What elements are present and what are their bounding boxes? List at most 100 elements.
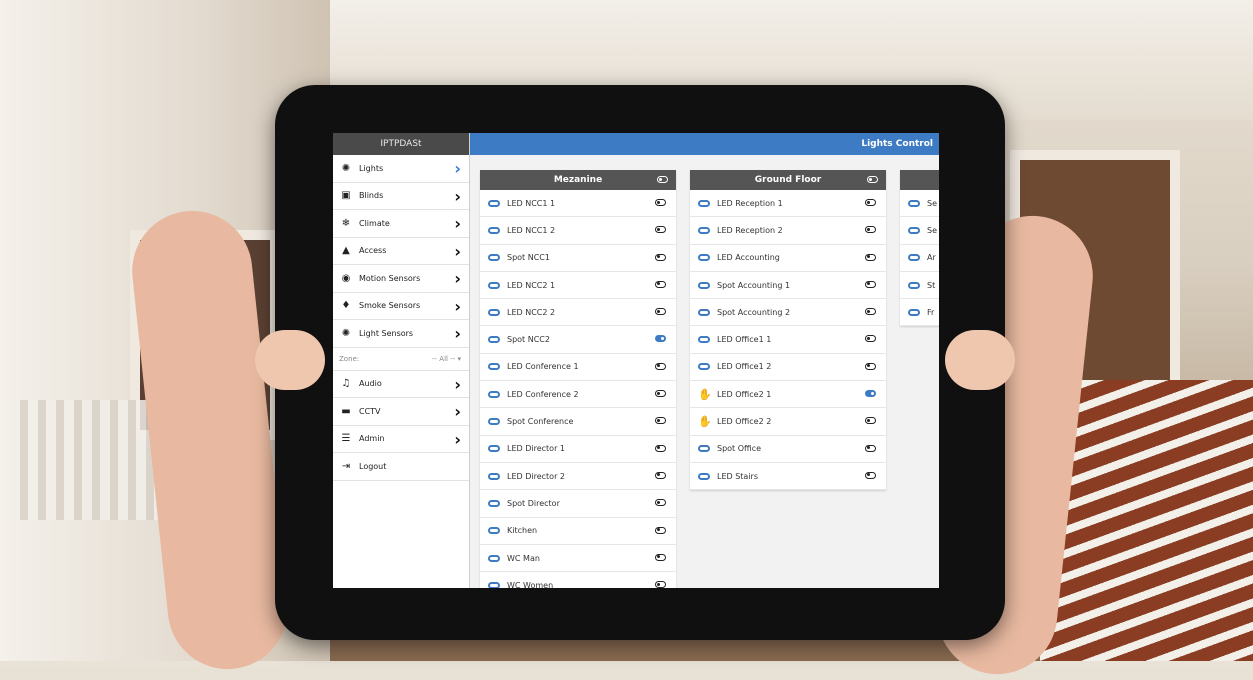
panel-header: Ground Floor <box>690 170 886 190</box>
light-row[interactable]: Spot NCC2 <box>480 326 676 354</box>
toggle-off-icon[interactable] <box>655 308 666 316</box>
zone-label: Zone: <box>339 354 360 363</box>
toggle-off-icon[interactable] <box>865 335 876 343</box>
sidebar-item-logout[interactable]: ⇥ Logout <box>333 453 469 481</box>
toggle-off-icon[interactable] <box>865 417 876 425</box>
sidebar-item-blinds[interactable]: ▣ Blinds › <box>333 183 469 210</box>
toggle-off-icon[interactable] <box>865 199 876 206</box>
toggle-off-icon[interactable] <box>655 444 666 452</box>
toggle-off-icon[interactable] <box>655 553 666 561</box>
light-row[interactable]: ✋ LED Office2 2 <box>690 408 886 436</box>
link-icon <box>698 308 710 316</box>
zone-select[interactable]: -- All -- ▾ <box>432 355 461 363</box>
sidebar-item-label: Smoke Sensors <box>359 301 421 311</box>
link-icon <box>488 445 500 453</box>
toggle-off-icon[interactable] <box>655 253 666 261</box>
light-row[interactable]: Spot Office <box>690 436 886 463</box>
toggle-off-icon[interactable] <box>655 390 666 398</box>
sidebar-item-light-sensors[interactable]: ✺ Light Sensors › <box>333 320 469 348</box>
toggle-off-icon[interactable] <box>655 280 666 288</box>
light-label: St <box>927 280 936 290</box>
toggle-off-icon[interactable] <box>655 417 666 425</box>
toggle-off-icon[interactable] <box>655 499 666 507</box>
light-row[interactable]: Ar <box>900 245 939 272</box>
light-row[interactable]: WC Man <box>480 545 676 573</box>
hand-icon: ✋ <box>698 387 712 401</box>
zone-panel-ground-floor: Ground Floor LED Reception 1 LED Reception… <box>690 170 886 491</box>
sidebar-item-lights[interactable]: ✺ Lights › <box>333 155 469 183</box>
sidebar-item-cctv[interactable]: ▬ CCTV › <box>333 398 469 426</box>
panel-toggle-all[interactable] <box>867 176 878 183</box>
panel-title: Mezanine <box>553 175 603 185</box>
toggle-off-icon[interactable] <box>865 280 876 288</box>
sidebar-item-climate[interactable]: ❄ Climate › <box>333 210 469 238</box>
link-icon <box>488 581 500 588</box>
light-label: Se <box>927 198 937 208</box>
toggle-off-icon[interactable] <box>655 471 666 479</box>
link-icon <box>698 336 710 344</box>
link-icon <box>908 281 920 289</box>
toggle-off-icon[interactable] <box>655 226 666 234</box>
toggle-off-icon[interactable] <box>865 308 876 316</box>
light-row[interactable]: Se <box>900 217 939 245</box>
panel-header <box>900 170 939 190</box>
light-row[interactable]: LED Stairs <box>690 463 886 491</box>
light-label: LED Conference 2 <box>507 389 579 399</box>
header-bar: Lights Control <box>470 133 939 155</box>
sidebar: IPTPDASt ✺ Lights › ▣ Blinds › ❄ Climate › ▲ Acces… <box>333 133 470 588</box>
light-label: Spot NCC2 <box>507 335 550 345</box>
toggle-off-icon[interactable] <box>655 581 666 588</box>
light-row[interactable]: Spot Director <box>480 490 676 518</box>
light-row[interactable]: Se <box>900 190 939 218</box>
light-row[interactable]: Kitchen <box>480 518 676 545</box>
sidebar-item-access[interactable]: ▲ Access › <box>333 238 469 265</box>
sidebar-item-audio[interactable]: ♫ Audio › <box>333 371 469 398</box>
sidebar-item-label: CCTV <box>359 406 381 416</box>
light-label: LED Accounting <box>717 253 780 263</box>
light-label: LED Office2 2 <box>717 417 772 427</box>
chevron-right-icon: › <box>454 269 461 288</box>
link-icon <box>698 472 710 480</box>
light-row[interactable]: LED Director 1 <box>480 436 676 463</box>
link-icon <box>698 199 710 207</box>
toggle-off-icon[interactable] <box>655 526 666 534</box>
light-row[interactable]: ✋ LED Office2 1 <box>690 381 886 409</box>
light-row[interactable]: Fr <box>900 299 939 327</box>
toggle-off-icon[interactable] <box>655 199 666 206</box>
toggle-on-icon[interactable] <box>865 390 876 398</box>
zone-filter[interactable]: Zone: -- All -- ▾ <box>333 348 469 371</box>
light-row[interactable]: LED Reception 1 <box>690 190 886 218</box>
light-row[interactable]: St <box>900 272 939 300</box>
light-row[interactable]: LED NCC2 1 <box>480 272 676 300</box>
toggle-off-icon[interactable] <box>865 253 876 261</box>
toggle-off-icon[interactable] <box>865 226 876 234</box>
light-row[interactable]: Spot Conference <box>480 408 676 436</box>
toggle-off-icon[interactable] <box>865 362 876 370</box>
light-row[interactable]: LED Office1 1 <box>690 326 886 354</box>
light-row[interactable]: LED NCC1 1 <box>480 190 676 218</box>
light-row[interactable]: Spot Accounting 2 <box>690 299 886 327</box>
light-row[interactable]: LED NCC2 2 <box>480 299 676 327</box>
light-row[interactable]: WC Women <box>480 572 676 588</box>
light-row[interactable]: LED Director 2 <box>480 463 676 491</box>
sidebar-item-admin[interactable]: ☰ Admin › <box>333 426 469 453</box>
light-row[interactable]: LED Conference 1 <box>480 354 676 382</box>
panel-toggle-all[interactable] <box>657 176 668 183</box>
light-row[interactable]: Spot Accounting 1 <box>690 272 886 300</box>
sidebar-item-smoke-sensors[interactable]: ♦ Smoke Sensors › <box>333 293 469 320</box>
light-label: Fr <box>927 307 935 317</box>
toggle-on-icon[interactable] <box>655 335 666 343</box>
light-label: Spot Accounting 2 <box>717 307 791 317</box>
sidebar-item-label: Admin <box>359 434 385 444</box>
snowflake-icon: ❄ <box>341 217 351 229</box>
light-row[interactable]: LED Reception 2 <box>690 217 886 245</box>
sidebar-item-motion-sensors[interactable]: ◉ Motion Sensors › <box>333 265 469 293</box>
light-row[interactable]: LED NCC1 2 <box>480 217 676 245</box>
light-row[interactable]: LED Accounting <box>690 245 886 272</box>
toggle-off-icon[interactable] <box>865 444 876 452</box>
light-row[interactable]: LED Conference 2 <box>480 381 676 409</box>
light-row[interactable]: LED Office1 2 <box>690 354 886 382</box>
toggle-off-icon[interactable] <box>865 471 876 479</box>
toggle-off-icon[interactable] <box>655 362 666 370</box>
light-row[interactable]: Spot NCC1 <box>480 245 676 272</box>
